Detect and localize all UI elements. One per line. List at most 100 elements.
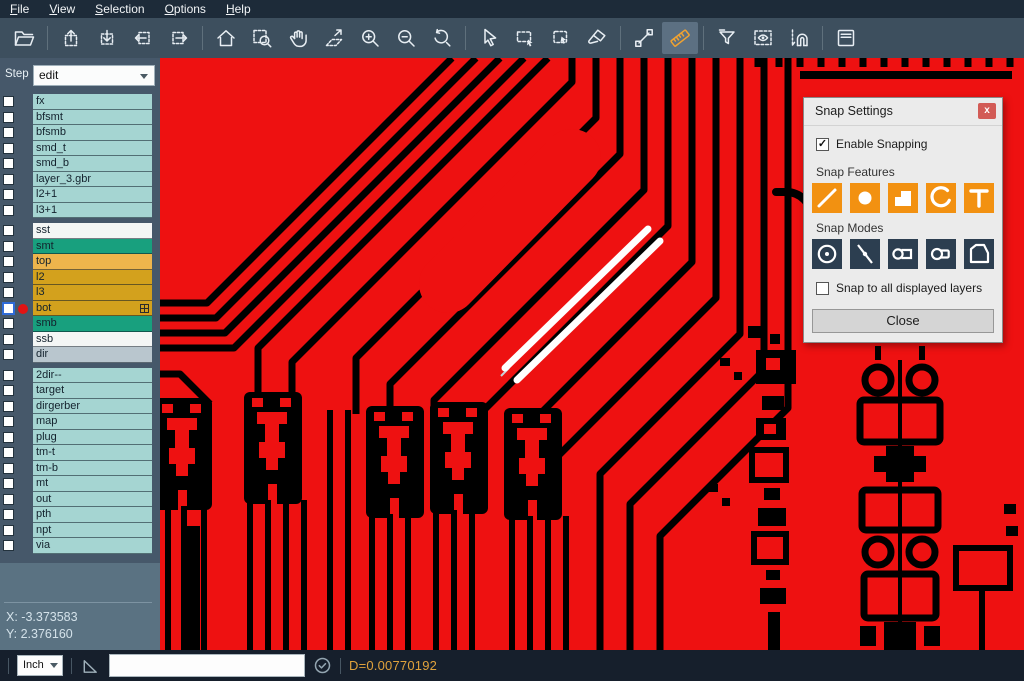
- layer-visibility-checkbox[interactable]: [3, 349, 14, 360]
- layer-label[interactable]: bfsmt: [33, 110, 152, 126]
- layer-visibility-checkbox[interactable]: [3, 416, 14, 427]
- layer-row-layer_3.gbr[interactable]: layer_3.gbr: [0, 172, 160, 188]
- group-select-icon[interactable]: [543, 22, 579, 54]
- zoom-in-icon[interactable]: [352, 22, 388, 54]
- step-select[interactable]: edit: [33, 65, 155, 86]
- layer-row-map[interactable]: map: [0, 414, 160, 430]
- zoom-previous-icon[interactable]: [424, 22, 460, 54]
- nudge-right-icon[interactable]: [161, 22, 197, 54]
- layer-row-fx[interactable]: fx: [0, 94, 160, 110]
- home-view-icon[interactable]: [208, 22, 244, 54]
- layer-label[interactable]: bfsmb: [33, 125, 152, 141]
- layer-row-via[interactable]: via: [0, 538, 160, 554]
- layer-label[interactable]: out: [33, 492, 152, 508]
- layer-visibility-checkbox[interactable]: [3, 96, 14, 107]
- layer-label[interactable]: bot: [33, 301, 152, 317]
- layer-label[interactable]: target: [33, 383, 152, 399]
- layer-label[interactable]: smb: [33, 316, 152, 332]
- close-icon[interactable]: x: [978, 103, 996, 119]
- layer-visibility-checkbox[interactable]: [3, 143, 14, 154]
- layer-visibility-checkbox[interactable]: [3, 241, 14, 252]
- layer-visibility-checkbox[interactable]: [3, 189, 14, 200]
- layer-visibility-checkbox[interactable]: [3, 463, 14, 474]
- layer-row-npt[interactable]: npt: [0, 523, 160, 539]
- layer-row-dirgerber[interactable]: dirgerber: [0, 399, 160, 415]
- snap-feature-arc-button[interactable]: [926, 183, 956, 213]
- zoom-window-icon[interactable]: [244, 22, 280, 54]
- layer-row-smt[interactable]: smt: [0, 239, 160, 255]
- close-button[interactable]: Close: [812, 309, 994, 333]
- layer-table-icon[interactable]: [828, 22, 864, 54]
- menu-help[interactable]: Help: [216, 2, 261, 16]
- layer-row-mt[interactable]: mt: [0, 476, 160, 492]
- layer-label[interactable]: smd_b: [33, 156, 152, 172]
- layer-visibility-checkbox[interactable]: [3, 334, 14, 345]
- layer-visibility-checkbox[interactable]: [3, 432, 14, 443]
- layer-label[interactable]: dirgerber: [33, 399, 152, 415]
- sync-circle-icon[interactable]: [313, 656, 332, 675]
- paint-brush-icon[interactable]: [579, 22, 615, 54]
- nudge-down-icon[interactable]: [89, 22, 125, 54]
- layer-label[interactable]: l3: [33, 285, 152, 301]
- snap-feature-line-button[interactable]: [812, 183, 842, 213]
- zoom-dynamic-icon[interactable]: [316, 22, 352, 54]
- layer-label[interactable]: dir: [33, 347, 152, 363]
- enable-snapping-checkbox[interactable]: [816, 138, 829, 151]
- menu-options[interactable]: Options: [155, 2, 216, 16]
- layer-row-tm-b[interactable]: tm-b: [0, 461, 160, 477]
- layer-label[interactable]: via: [33, 538, 152, 554]
- layer-row-l3+1[interactable]: l3+1: [0, 203, 160, 219]
- unit-select[interactable]: Inch: [17, 655, 63, 676]
- layer-row-tm-t[interactable]: tm-t: [0, 445, 160, 461]
- layer-visibility-checkbox[interactable]: [3, 385, 14, 396]
- layer-label[interactable]: smd_t: [33, 141, 152, 157]
- layer-label[interactable]: l3+1: [33, 203, 152, 219]
- layer-row-pth[interactable]: pth: [0, 507, 160, 523]
- layer-visibility-checkbox[interactable]: [3, 112, 14, 123]
- layer-label[interactable]: pth: [33, 507, 152, 523]
- rect-select-icon[interactable]: [507, 22, 543, 54]
- layer-label[interactable]: npt: [33, 523, 152, 539]
- layer-visibility-checkbox[interactable]: [3, 401, 14, 412]
- layer-visibility-checkbox[interactable]: [3, 478, 14, 489]
- layer-visibility-checkbox[interactable]: [3, 225, 14, 236]
- snap-magnet-icon[interactable]: [781, 22, 817, 54]
- layer-visibility-checkbox[interactable]: [3, 540, 14, 551]
- layer-label[interactable]: fx: [33, 94, 152, 110]
- snap-mode-slot-outline-button[interactable]: [926, 239, 956, 269]
- snap-mode-slot-button[interactable]: [888, 239, 918, 269]
- layer-visibility-checkbox[interactable]: [3, 318, 14, 329]
- snap-all-layers-checkbox[interactable]: [816, 282, 829, 295]
- layer-label[interactable]: plug: [33, 430, 152, 446]
- layer-row-bfsmt[interactable]: bfsmt: [0, 110, 160, 126]
- select-cursor-icon[interactable]: [471, 22, 507, 54]
- layer-label[interactable]: ssb: [33, 332, 152, 348]
- layer-row-target[interactable]: target: [0, 383, 160, 399]
- layer-visibility-checkbox[interactable]: [3, 525, 14, 536]
- layer-label[interactable]: sst: [33, 223, 152, 239]
- menu-file[interactable]: File: [0, 2, 39, 16]
- layer-row-sst[interactable]: sst: [0, 223, 160, 239]
- nudge-left-icon[interactable]: [125, 22, 161, 54]
- layer-row-plug[interactable]: plug: [0, 430, 160, 446]
- layer-visibility-checkbox[interactable]: [3, 272, 14, 283]
- zoom-out-icon[interactable]: [388, 22, 424, 54]
- layer-label[interactable]: tm-b: [33, 461, 152, 477]
- snap-mode-polygon-button[interactable]: [964, 239, 994, 269]
- layer-row-l2+1[interactable]: l2+1: [0, 187, 160, 203]
- layer-visibility-checkbox[interactable]: [3, 158, 14, 169]
- pan-hand-icon[interactable]: [280, 22, 316, 54]
- layer-row-l2[interactable]: l2: [0, 270, 160, 286]
- layer-visibility-checkbox[interactable]: [3, 287, 14, 298]
- layer-row-smb[interactable]: smb: [0, 316, 160, 332]
- layer-visibility-checkbox[interactable]: [3, 509, 14, 520]
- layer-row-top[interactable]: top: [0, 254, 160, 270]
- layer-label[interactable]: 2dir--: [33, 368, 152, 384]
- layer-row-ssb[interactable]: ssb: [0, 332, 160, 348]
- layer-row-out[interactable]: out: [0, 492, 160, 508]
- snap-feature-surface-button[interactable]: [888, 183, 918, 213]
- ruler-icon[interactable]: [662, 22, 698, 54]
- layer-row-smd_t[interactable]: smd_t: [0, 141, 160, 157]
- layer-label[interactable]: smt: [33, 239, 152, 255]
- filter-icon[interactable]: [709, 22, 745, 54]
